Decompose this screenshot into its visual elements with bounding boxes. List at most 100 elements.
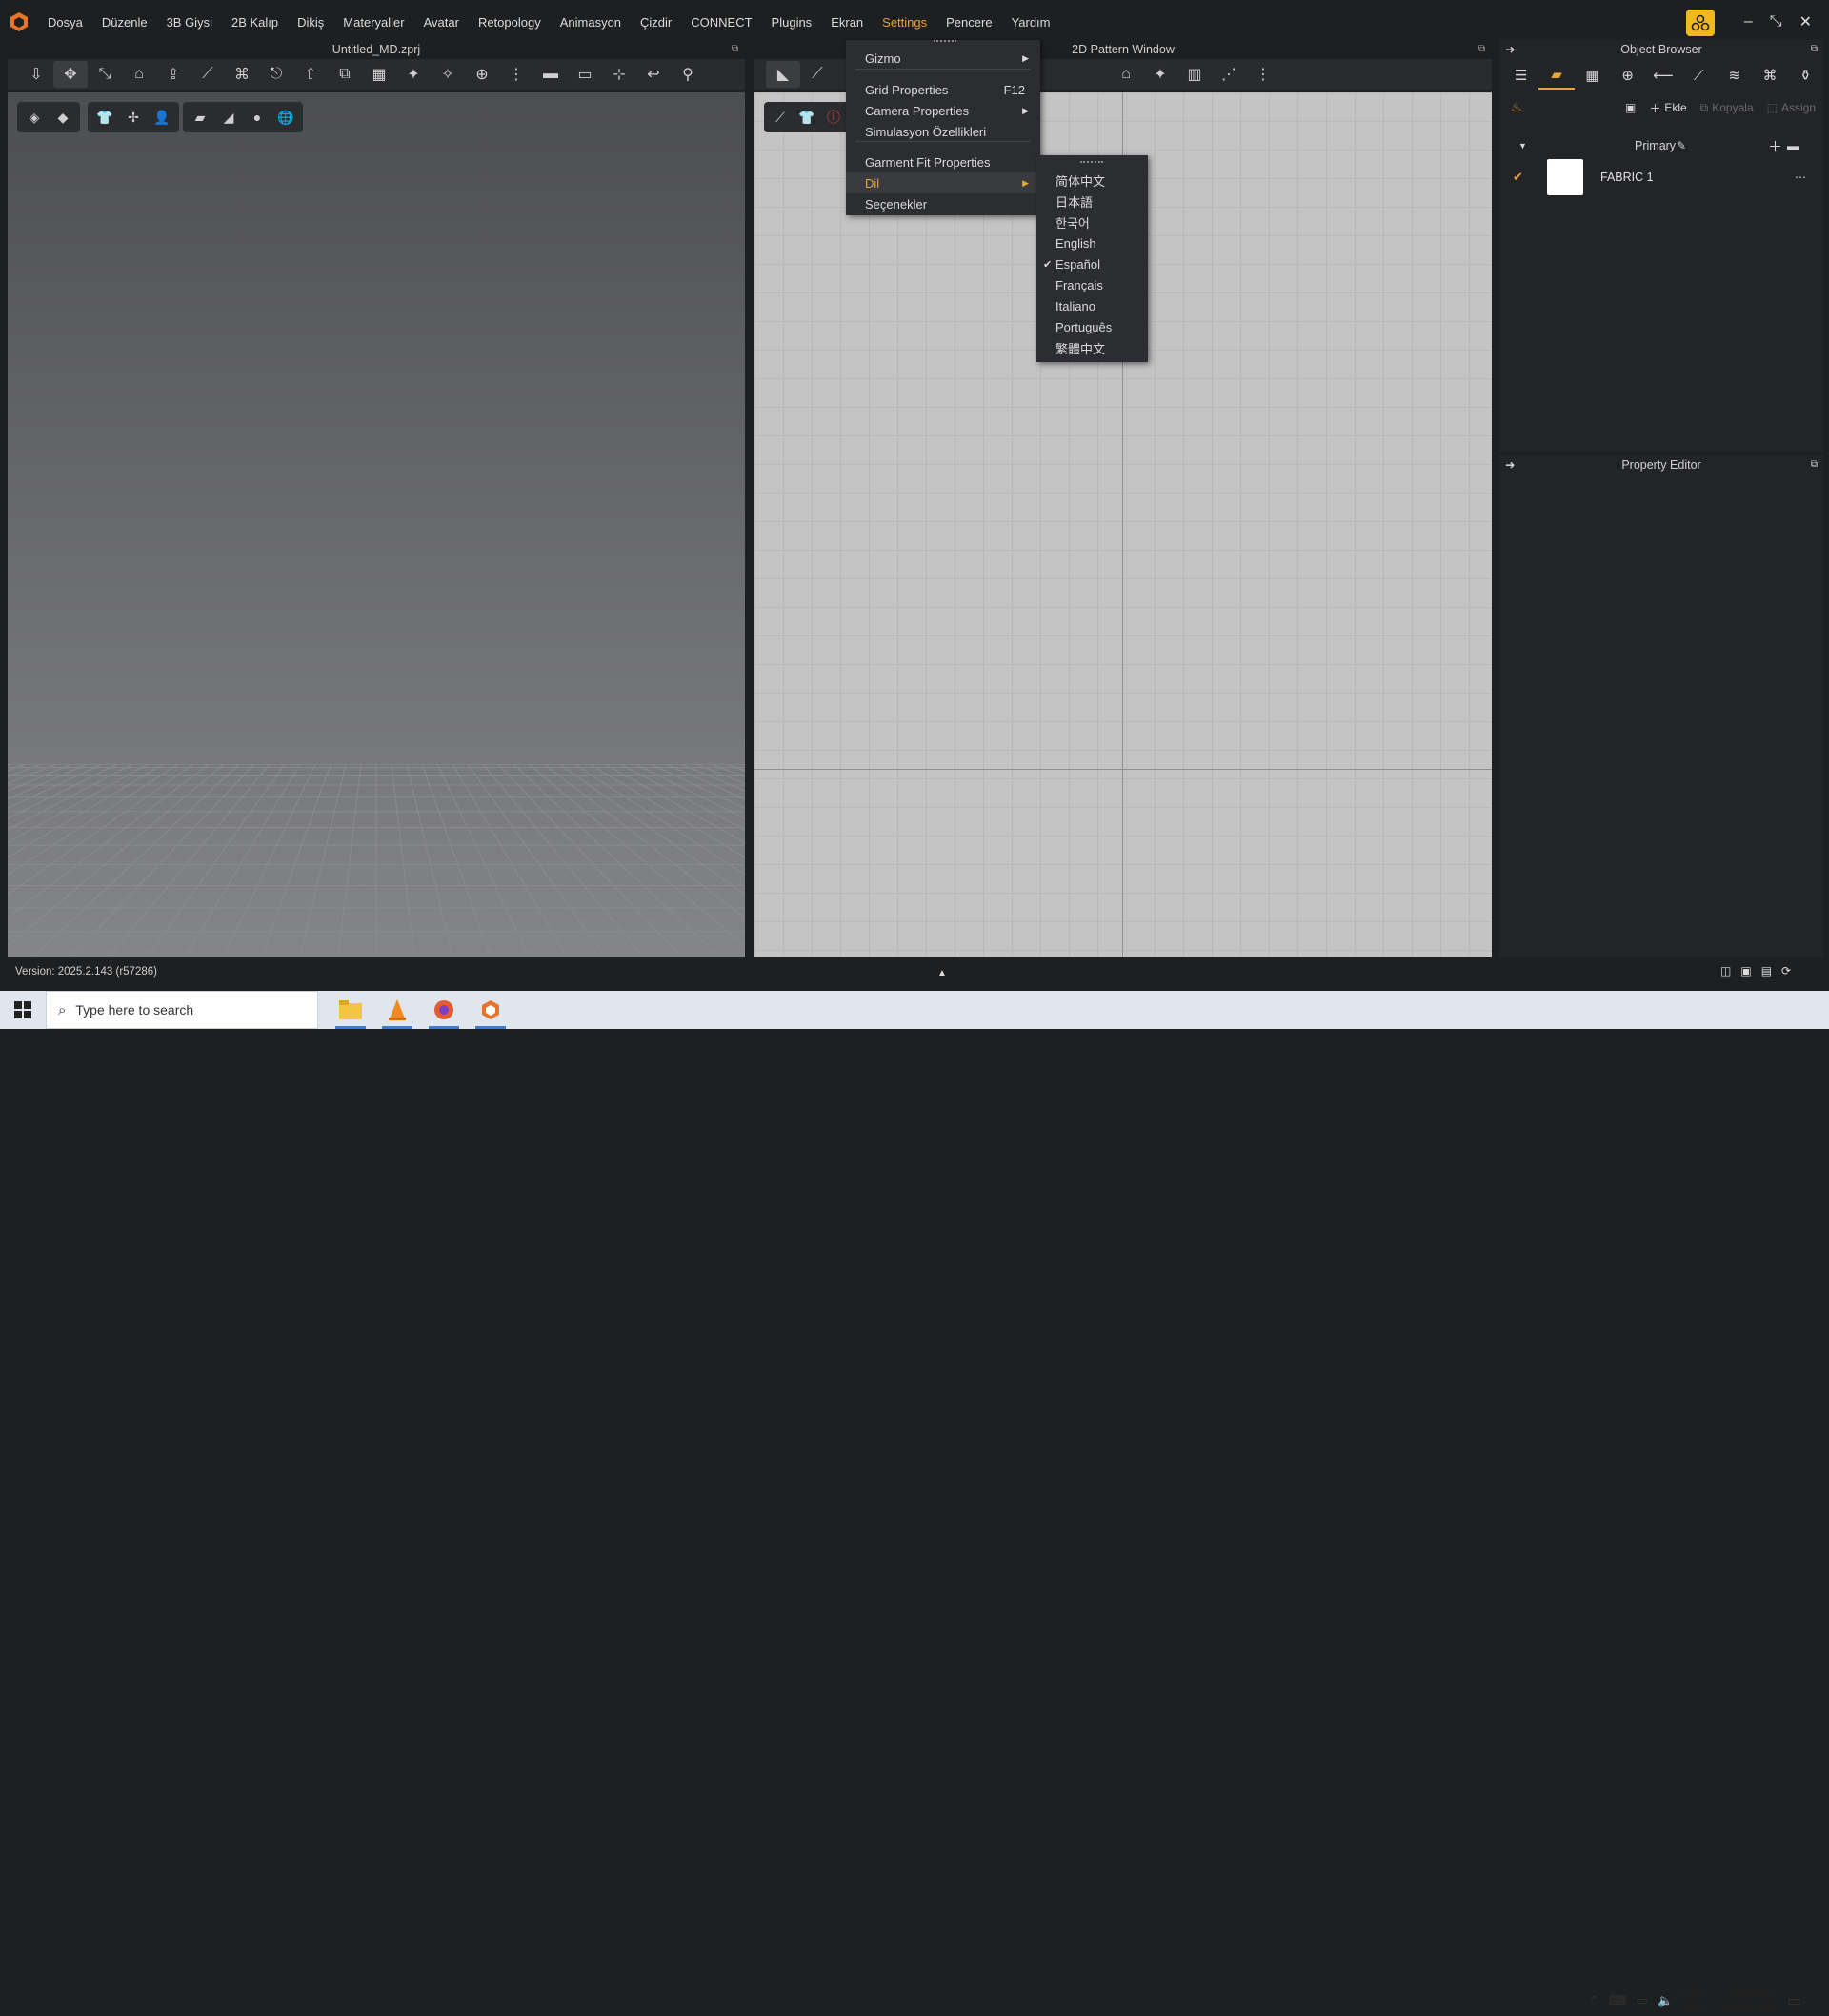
- tack-icon[interactable]: ⇧: [293, 61, 328, 88]
- unpin-icon[interactable]: ⎋: [259, 61, 293, 88]
- fold-icon[interactable]: ⌂: [122, 61, 156, 88]
- assign-button[interactable]: ⬚ Assign: [1767, 101, 1816, 114]
- shirt-icon[interactable]: 👕: [91, 105, 118, 130]
- tray-device-icon[interactable]: ⌨: [1609, 1993, 1627, 2008]
- minimize-button[interactable]: –: [1744, 13, 1753, 30]
- surface-icon[interactable]: ◢: [215, 105, 242, 130]
- measure-icon[interactable]: ⊹: [602, 61, 636, 88]
- language-option[interactable]: English: [1036, 232, 1148, 253]
- clock[interactable]: 3:48 pm 28/09/2026: [1720, 1986, 1781, 2016]
- settings-menu-item-dil[interactable]: Dil ▶: [846, 172, 1040, 193]
- shirt-icon[interactable]: 👕: [794, 105, 819, 130]
- menu-dosya[interactable]: Dosya: [38, 0, 92, 44]
- stitch-icon[interactable]: ✧: [431, 61, 465, 88]
- settings-menu-item-se-enekler[interactable]: Seçenekler: [846, 193, 1040, 214]
- copy-button[interactable]: ⧉ Kopyala: [1700, 101, 1754, 115]
- box2-icon[interactable]: ▭: [568, 61, 602, 88]
- menu--izdir[interactable]: Çizdir: [631, 0, 681, 44]
- zipper-icon[interactable]: ⋮: [499, 61, 533, 88]
- garment-layer-icon[interactable]: ◆: [50, 105, 76, 130]
- topstitch-icon[interactable]: ⟵: [1645, 61, 1680, 90]
- file-explorer-icon[interactable]: [332, 991, 370, 1029]
- trim-icon[interactable]: ⌘: [1752, 61, 1787, 90]
- menu-avatar[interactable]: Avatar: [414, 0, 469, 44]
- fabric-list-item[interactable]: ✔ FABRIC 1 ⋯: [1499, 158, 1823, 196]
- menu-grip[interactable]: [934, 40, 956, 44]
- view-3d-icon[interactable]: ▣: [1740, 964, 1751, 978]
- language-indicator[interactable]: ENG TRQ: [1681, 1986, 1704, 2016]
- restore-button[interactable]: ⤡: [1770, 13, 1782, 30]
- edit-curve-icon[interactable]: ⟋: [800, 61, 834, 88]
- refresh-icon[interactable]: ⟳: [1781, 964, 1791, 978]
- menu-d-zenle[interactable]: Düzenle: [92, 0, 157, 44]
- menu-yard-m[interactable]: Yardım: [1002, 0, 1060, 44]
- windows-start-icon[interactable]: [0, 991, 46, 1029]
- split-view-icon[interactable]: ◫: [1720, 964, 1731, 978]
- language-option[interactable]: Italiano: [1036, 295, 1148, 316]
- expand-up-icon[interactable]: ▲: [937, 968, 947, 978]
- move-icon[interactable]: ✥: [53, 61, 88, 88]
- taskbar-search-box[interactable]: ⌕ Type here to search: [46, 991, 318, 1029]
- zipper-icon[interactable]: ≋: [1717, 61, 1752, 90]
- notification-icon[interactable]: ▭: [1787, 1991, 1801, 2010]
- undock-icon[interactable]: ⧉: [1478, 44, 1485, 54]
- pleat-icon[interactable]: ▥: [1177, 61, 1212, 88]
- garment-icon[interactable]: ⌘: [225, 61, 259, 88]
- menu-3b-giysi[interactable]: 3B Giysi: [157, 0, 222, 44]
- language-option[interactable]: ✔ Español: [1036, 253, 1148, 274]
- grid-icon[interactable]: ▦: [362, 61, 396, 88]
- checker-icon[interactable]: ▦: [1575, 61, 1610, 90]
- close-button[interactable]: ✕: [1799, 12, 1812, 31]
- skin-icon[interactable]: ●: [244, 105, 271, 130]
- arrange-icon[interactable]: ⧉: [328, 61, 362, 88]
- firefox-icon[interactable]: [425, 991, 463, 1029]
- button-icon[interactable]: ⊕: [1610, 61, 1645, 90]
- wand-icon[interactable]: ⟋: [768, 105, 793, 130]
- segment-icon[interactable]: ⋰: [1212, 61, 1246, 88]
- drape-icon[interactable]: ✦: [396, 61, 431, 88]
- undock-icon[interactable]: ⧉: [732, 44, 738, 54]
- needle-icon[interactable]: ⟋: [191, 61, 225, 88]
- fold-2d-icon[interactable]: ✦: [1143, 61, 1177, 88]
- menu-pencere[interactable]: Pencere: [936, 0, 1001, 44]
- add-button[interactable]: ＋ Ekle: [1649, 100, 1686, 116]
- button-icon[interactable]: ⊕: [465, 61, 499, 88]
- fabric-icon[interactable]: ▰: [1538, 61, 1575, 90]
- collapse-arrow-icon[interactable]: ➜: [1505, 40, 1515, 59]
- globe-icon[interactable]: 🌐: [272, 105, 299, 130]
- garment-2d-icon[interactable]: ⌂: [1109, 61, 1143, 88]
- folder-icon[interactable]: ▬: [1787, 139, 1799, 152]
- layer-icon[interactable]: ◈: [21, 105, 48, 130]
- undock-icon[interactable]: ⧉: [1811, 455, 1818, 474]
- pin-icon[interactable]: ⇪: [156, 61, 191, 88]
- language-option[interactable]: 简体中文: [1036, 170, 1148, 191]
- pins-icon[interactable]: ✢: [120, 105, 147, 130]
- box-icon[interactable]: ▬: [533, 61, 568, 88]
- language-option[interactable]: 한국어: [1036, 212, 1148, 232]
- plus-icon[interactable]: ＋: [1768, 136, 1782, 156]
- marvelous-designer-icon[interactable]: [472, 991, 510, 1029]
- menu-settings[interactable]: Settings: [873, 0, 936, 44]
- avatar-icon[interactable]: 👤: [149, 105, 175, 130]
- view-2d-icon[interactable]: ▤: [1761, 964, 1772, 978]
- folder-icon[interactable]: ▣: [1625, 101, 1636, 114]
- settings-menu-item-simulasyon-zellikleri[interactable]: Simulasyon Özellikleri: [846, 121, 1040, 142]
- more-icon[interactable]: ⋯: [1795, 171, 1806, 184]
- transform-icon[interactable]: ⤡: [88, 61, 122, 88]
- avatar-pose-icon[interactable]: ⚲: [671, 61, 705, 88]
- bend-icon[interactable]: ↩: [636, 61, 671, 88]
- app-logo-icon[interactable]: [0, 0, 38, 44]
- language-option[interactable]: Português: [1036, 316, 1148, 337]
- settings-menu-item-gizmo[interactable]: Gizmo ▶: [846, 48, 1040, 69]
- menu-2b-kal-p[interactable]: 2B Kalıp: [222, 0, 288, 44]
- menu-retopology[interactable]: Retopology: [469, 0, 551, 44]
- volume-icon[interactable]: 🔈: [1658, 1993, 1673, 2008]
- material-icon[interactable]: ♨: [1511, 100, 1522, 115]
- view3d-viewport[interactable]: ◈ ◆ 👕 ✢ 👤 ▰ ◢ ● 🌐: [8, 92, 745, 957]
- expand-arrow-icon[interactable]: ▼: [1518, 141, 1527, 151]
- undock-icon[interactable]: ⧉: [1811, 40, 1818, 59]
- language-option[interactable]: 日本語: [1036, 191, 1148, 212]
- line-icon[interactable]: ⟋: [1681, 61, 1717, 90]
- menu-connect[interactable]: CONNECT: [681, 0, 761, 44]
- tray-chevron-icon[interactable]: ⌃: [1589, 1993, 1599, 2008]
